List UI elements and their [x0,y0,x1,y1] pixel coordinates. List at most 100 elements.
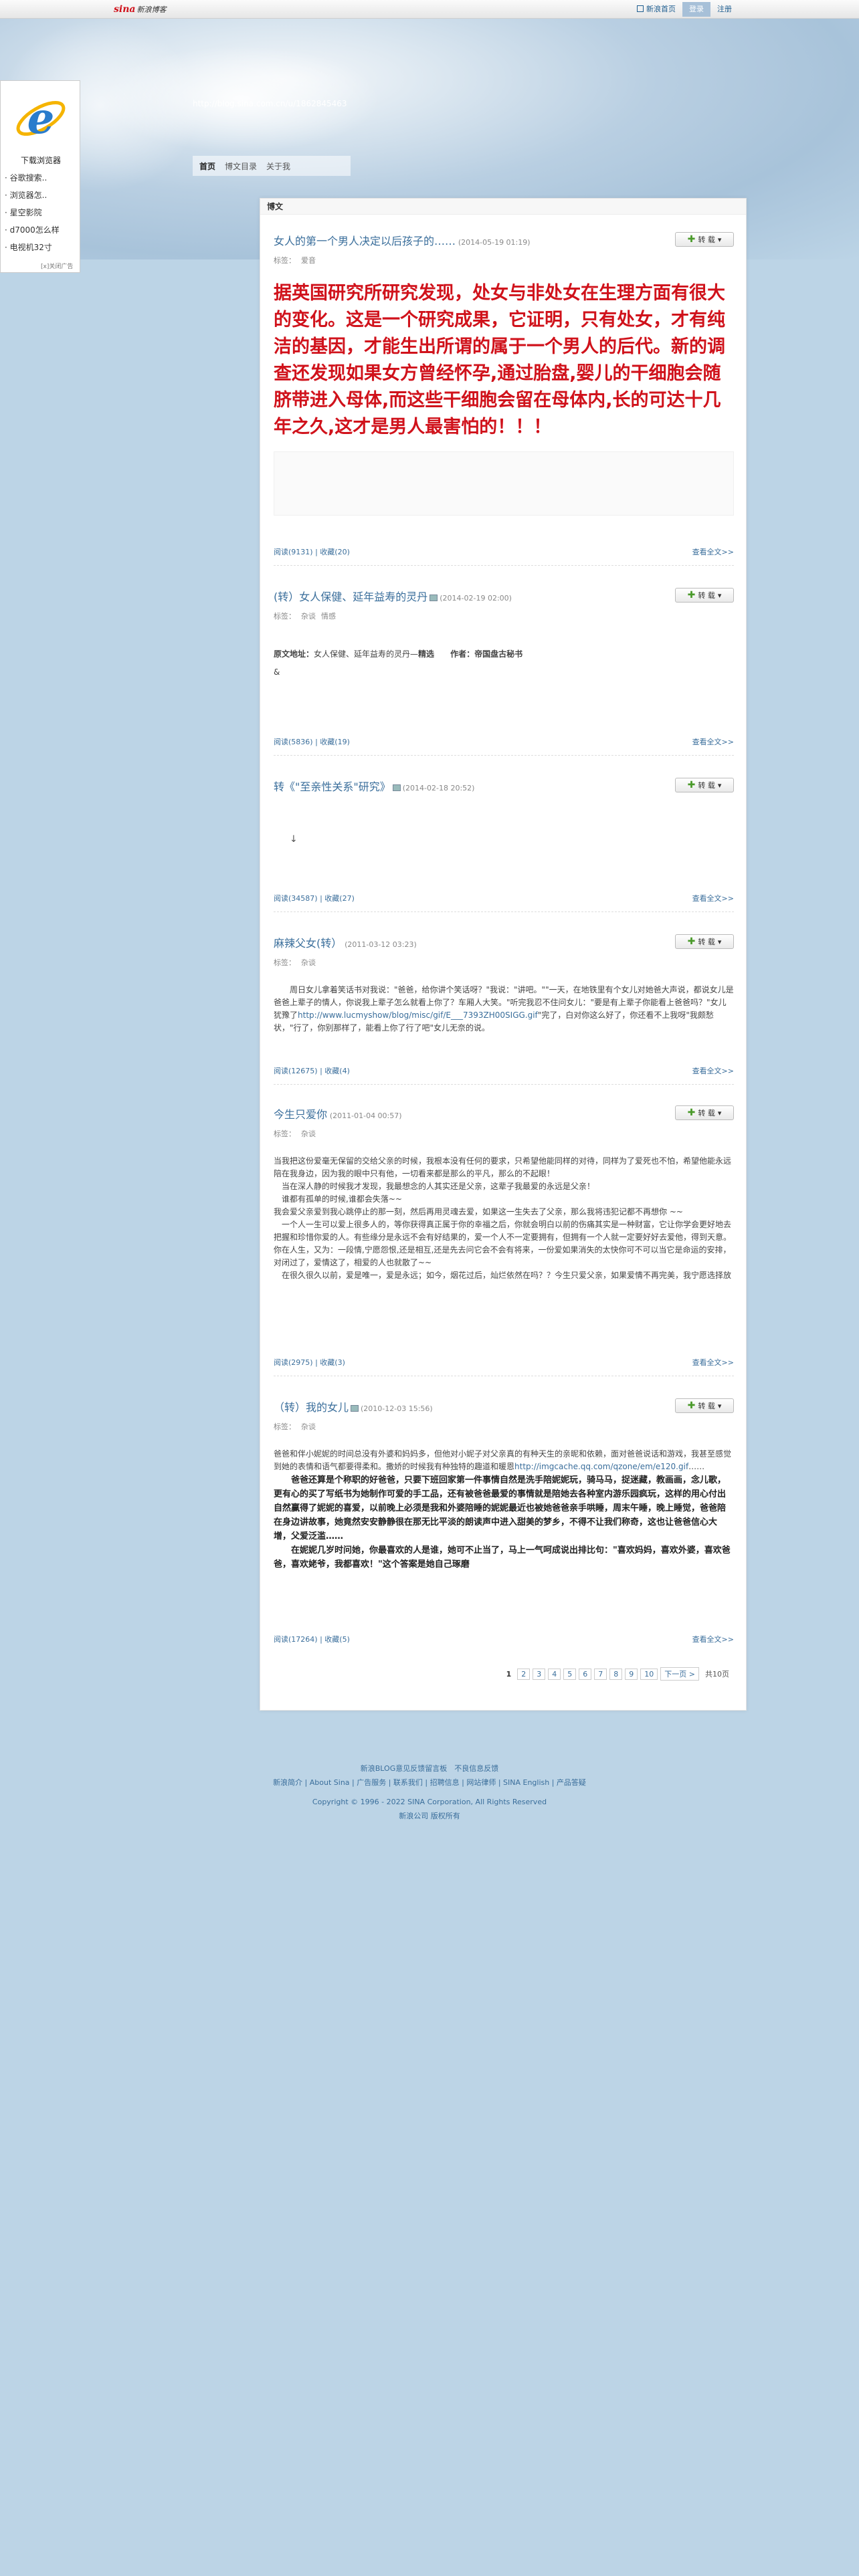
tag[interactable]: 杂谈 [301,612,316,621]
nav-catalog[interactable]: 博文目录 [225,160,257,172]
ad-close[interactable]: [x]关闭广告 [41,261,73,270]
page-link[interactable]: 3 [533,1668,546,1680]
ad-item[interactable]: 谷歌搜索.. [5,169,60,187]
image-link[interactable]: http://www.lucmyshow/blog/misc/gif/E___7… [298,1010,538,1020]
read-count[interactable]: 阅读(17264) [274,1635,318,1644]
post-title[interactable]: 转《"至亲性关系"研究》 [274,780,391,793]
nav-home[interactable]: 首页 [199,160,215,172]
post-title[interactable]: (转）女人保健、延年益寿的灵丹 [274,591,427,603]
tag[interactable]: 情感 [321,612,336,621]
read-more-link[interactable]: 查看全文>> [692,736,734,747]
read-count[interactable]: 阅读(2975) [274,1358,313,1367]
register-link[interactable]: 注册 [710,2,739,17]
post: (转）女人保健、延年益寿的灵丹 (2014-02-19 02:00) ✚ 转 载 ▾ … [274,588,734,679]
image-icon [392,784,401,791]
ad-item[interactable]: 星空影院 [5,204,60,221]
read-more-link[interactable]: 查看全文>> [692,1065,734,1076]
plus-icon: ✚ [687,1107,696,1118]
next-page-button[interactable]: 下一页 > [660,1667,699,1681]
post: 今生只爱你 (2011-01-04 00:57) ✚ 转 载 ▾ 标签： 杂谈 当我把… [274,1105,734,1282]
repost-button[interactable]: ✚ 转 载 ▾ [675,588,734,603]
page-link[interactable]: 6 [579,1668,592,1680]
read-count[interactable]: 阅读(34587) [274,894,318,903]
fav-count[interactable]: 收藏(20) [320,548,350,556]
fav-count[interactable]: 收藏(19) [320,738,350,746]
post-time: (2014-05-19 01:19) [458,238,531,247]
read-count[interactable]: 阅读(5836) [274,738,313,746]
post-footer: 阅读(17264) | 收藏(5) 查看全文>> [274,1634,734,1644]
source-link[interactable]: 女人保健、延年益寿的灵丹 [314,649,410,659]
chevron-down-icon: ▾ [717,937,722,946]
page-link[interactable]: 7 [594,1668,607,1680]
page-link[interactable]: 8 [609,1668,623,1680]
plus-icon: ✚ [687,936,696,947]
read-more-link[interactable]: 查看全文>> [692,1357,734,1368]
image-link[interactable]: http://imgcache.qq.com/qzone/em/e120.gif [514,1462,688,1471]
post-footer: 阅读(5836) | 收藏(19) 查看全文>> [274,736,734,747]
fav-count[interactable]: 收藏(4) [324,1067,350,1075]
tag[interactable]: 杂谈 [301,1130,316,1138]
post-time: (2011-03-12 03:23) [345,940,417,949]
tag[interactable]: 杂谈 [301,958,316,967]
fav-count[interactable]: 收藏(3) [320,1358,345,1367]
fav-count[interactable]: 收藏(27) [324,894,355,903]
repost-button[interactable]: ✚ 转 载 ▾ [675,934,734,949]
read-count[interactable]: 阅读(12675) [274,1067,318,1075]
login-link[interactable]: 登录 [682,2,710,17]
post-title[interactable]: 今生只爱你 [274,1108,327,1121]
tag[interactable]: 爱音 [301,256,316,265]
read-more-link[interactable]: 查看全文>> [692,893,734,903]
blog-url[interactable]: http://blog.sina.com.cn/u/1862845463 [193,99,347,108]
ad-item[interactable]: 电视机32寸 [5,239,60,256]
fav-count[interactable]: 收藏(5) [324,1635,350,1644]
post-tags: 标签： 杂谈 [274,1130,316,1138]
post-title[interactable]: 麻辣父女(转） [274,937,342,950]
ad-item[interactable]: 浏览器怎.. [5,187,60,204]
post-tags: 标签： 杂谈 [274,958,316,967]
ad-item[interactable]: d7000怎么样 [5,221,60,239]
page-link[interactable]: 5 [563,1668,577,1680]
read-count[interactable]: 阅读(9131) [274,548,313,556]
chevron-down-icon: ▾ [717,1401,722,1410]
page-link[interactable]: 2 [517,1668,531,1680]
post-tags: 标签： 杂谈 情感 [274,612,336,621]
post-footer: 阅读(2975) | 收藏(3) 查看全文>> [274,1357,734,1368]
read-more-link[interactable]: 查看全文>> [692,1634,734,1644]
post-title[interactable]: （转）我的女儿 [274,1401,349,1414]
page-link[interactable]: 4 [548,1668,561,1680]
read-more-link[interactable]: 查看全文>> [692,546,734,557]
footer-feedback[interactable]: 新浪BLOG意见反馈留言板 不良信息反馈 [0,1761,859,1776]
svg-text:e: e [27,94,55,144]
sina-logo[interactable]: sina 新浪博客 [114,3,166,15]
ad-box: e 下载浏览器 谷歌搜索.. 浏览器怎.. 星空影院 d7000怎么样 电视机3… [0,80,80,273]
blog-nav: 首页 博文目录 关于我 [193,156,351,176]
footer-company: 新浪公司 版权所有 [399,1812,460,1820]
ie-browser-icon[interactable]: e [13,85,69,152]
repost-button[interactable]: ✚ 转 载 ▾ [675,1398,734,1413]
post-title[interactable]: 女人的第一个男人决定以后孩子的…… [274,235,456,247]
post-body: 周日女儿拿着笑话书对我说："爸爸，给你讲个笑话呀？"我说："讲吧。""一天，在地… [274,985,734,1033]
author-link[interactable]: 帝国盘古秘书 [474,649,522,659]
page-total: 共10页 [705,1670,729,1679]
chevron-down-icon: ▾ [717,591,722,600]
pagination: 1 2 3 4 5 6 7 8 9 10 下一页 > 共10页 [503,1667,733,1681]
image-icon [430,595,438,601]
plus-icon: ✚ [687,1400,696,1411]
home-link[interactable]: 新浪首页 [630,2,682,17]
repost-button[interactable]: ✚ 转 载 ▾ [675,232,734,247]
repost-button[interactable]: ✚ 转 载 ▾ [675,1105,734,1120]
post-body: 当我把这份爱毫无保留的交给父亲的时候，我根本没有任何的要求，只希望他能同样的对待… [274,1156,732,1280]
page-link[interactable]: 10 [640,1668,658,1680]
post: 转《"至亲性关系"研究》 (2014-02-18 20:52) ✚ 转 载 ▾ ↓ [274,778,734,845]
ad-title[interactable]: 下载浏览器 [1,154,81,166]
footer-links[interactable]: 新浪简介 | About Sina | 广告服务 | 联系我们 | 招聘信息 |… [0,1776,859,1790]
page-link[interactable]: 9 [625,1668,638,1680]
tag[interactable]: 杂谈 [301,1422,316,1431]
post-tags: 标签： 杂谈 [274,1422,316,1431]
divider [274,911,734,912]
nav-about[interactable]: 关于我 [266,160,290,172]
plus-icon: ✚ [687,780,696,790]
image-icon [351,1405,359,1412]
divider [274,565,734,566]
repost-button[interactable]: ✚ 转 载 ▾ [675,778,734,792]
